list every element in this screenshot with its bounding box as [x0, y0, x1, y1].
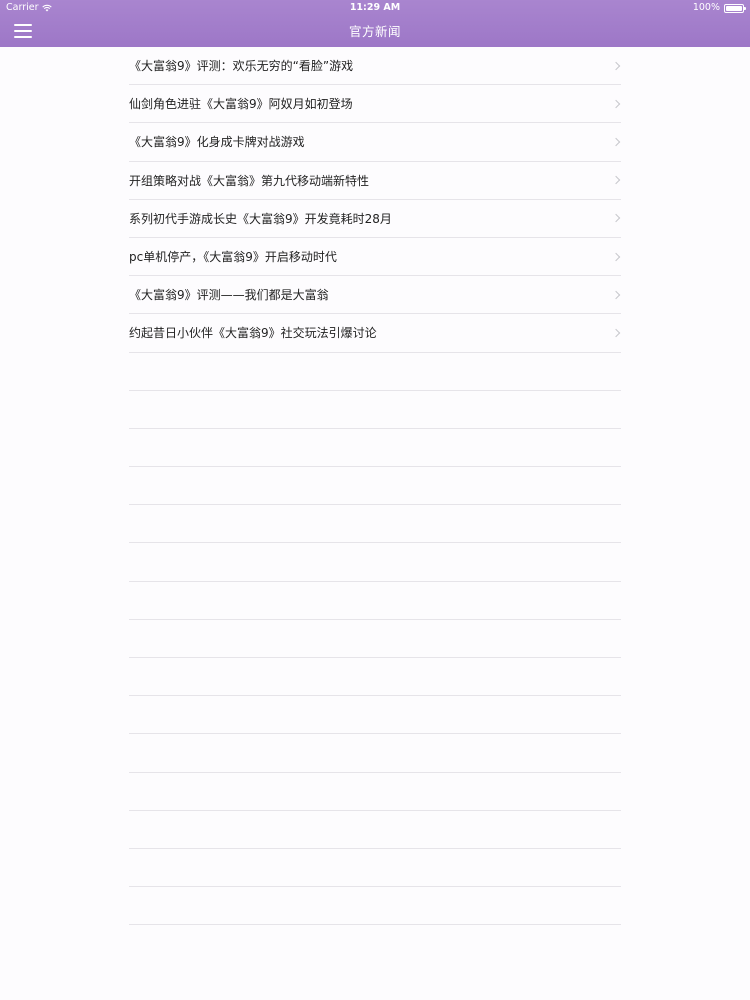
- news-list-item[interactable]: 开组策略对战《大富翁》第九代移动端新特性: [129, 162, 621, 200]
- news-list-item[interactable]: 仙剑角色进驻《大富翁9》阿奴月如初登场: [129, 85, 621, 124]
- chevron-right-icon: [611, 175, 621, 185]
- empty-row: [129, 773, 621, 811]
- chevron-right-icon: [611, 99, 621, 109]
- news-list-item[interactable]: 约起昔日小伙伴《大富翁9》社交玩法引爆讨论: [129, 314, 621, 353]
- news-list-item[interactable]: 《大富翁9》评测：欢乐无穷的“看脸”游戏: [129, 47, 621, 86]
- news-list-item[interactable]: 《大富翁9》评测——我们都是大富翁: [129, 276, 621, 315]
- empty-row: [129, 505, 621, 544]
- news-list-item[interactable]: 系列初代手游成长史《大富翁9》开发竟耗时28月: [129, 200, 621, 238]
- empty-row: [129, 811, 621, 849]
- empty-row: [129, 353, 621, 391]
- news-item-title: 开组策略对战《大富翁》第九代移动端新特性: [129, 173, 370, 188]
- news-item-title: 《大富翁9》评测——我们都是大富翁: [129, 288, 329, 303]
- news-item-title: 系列初代手游成长史《大富翁9》开发竟耗时28月: [129, 211, 392, 226]
- battery-icon: [724, 3, 746, 13]
- news-item-title: 《大富翁9》评测：欢乐无穷的“看脸”游戏: [129, 59, 354, 74]
- battery-indicator: 100%: [692, 0, 746, 16]
- empty-row: [129, 620, 621, 658]
- news-list: 《大富翁9》评测：欢乐无穷的“看脸”游戏 仙剑角色进驻《大富翁9》阿奴月如初登场《…: [129, 47, 621, 926]
- empty-row: [129, 849, 621, 888]
- top-bar: Carrier 11:29 AM 100% 官方新闻: [0, 0, 750, 47]
- chevron-right-icon: [611, 290, 621, 299]
- empty-row: [129, 543, 621, 582]
- chevron-right-icon: [611, 252, 621, 261]
- navigation-bar: 官方新闻: [0, 16, 750, 47]
- page-title: 官方新闻: [348, 24, 401, 39]
- empty-row: [129, 887, 621, 926]
- empty-row: [129, 582, 621, 620]
- news-item-title: 《大富翁9》化身成卡牌对战游戏: [129, 135, 305, 150]
- battery-percent: 100%: [692, 2, 720, 13]
- empty-row: [129, 658, 621, 697]
- empty-row: [129, 429, 621, 468]
- chevron-right-icon: [611, 137, 621, 147]
- chevron-right-icon: [611, 214, 621, 223]
- empty-row: [129, 467, 621, 506]
- empty-row: [129, 391, 621, 429]
- chevron-right-icon: [611, 61, 621, 70]
- news-item-title: 约起昔日小伙伴《大富翁9》社交玩法引爆讨论: [129, 326, 377, 341]
- empty-row: [129, 696, 621, 735]
- status-bar: Carrier 11:29 AM 100%: [0, 0, 750, 16]
- news-list-item[interactable]: pc单机停产，《大富翁9》开启移动时代: [129, 238, 621, 277]
- news-item-title: 仙剑角色进驻《大富翁9》阿奴月如初登场: [129, 97, 353, 112]
- status-time: 11:29 AM: [349, 2, 401, 13]
- news-list-item[interactable]: 《大富翁9》化身成卡牌对战游戏: [129, 123, 621, 162]
- chevron-right-icon: [611, 328, 621, 338]
- empty-row: [129, 734, 621, 773]
- news-item-title: pc单机停产，《大富翁9》开启移动时代: [129, 250, 337, 265]
